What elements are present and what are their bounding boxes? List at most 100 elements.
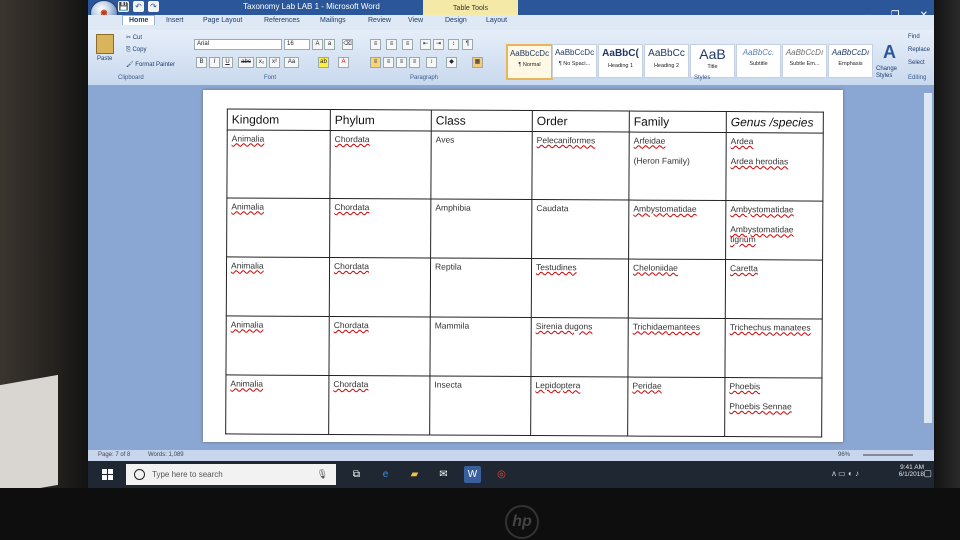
cell-genus-species[interactable]: Caretta bbox=[725, 259, 823, 320]
save-icon[interactable]: 💾 bbox=[118, 1, 129, 12]
paste-icon[interactable] bbox=[96, 34, 114, 54]
tab-view[interactable]: View bbox=[408, 17, 423, 24]
file-explorer-icon[interactable]: ▰ bbox=[406, 466, 423, 483]
tab-insert[interactable]: Insert bbox=[166, 17, 184, 24]
bullets-icon[interactable]: ≡ bbox=[370, 39, 381, 50]
underline-button[interactable]: U bbox=[222, 57, 233, 68]
cell-family[interactable]: Cheloniidae bbox=[628, 259, 726, 319]
style-heading-1[interactable]: AaBbC( Heading 1 bbox=[598, 44, 643, 78]
header-class[interactable]: Class bbox=[431, 110, 533, 132]
change-styles-button[interactable]: Change Styles bbox=[876, 66, 904, 80]
cell-genus-species[interactable]: Trichechus manatees bbox=[724, 318, 823, 379]
cell-kingdom[interactable]: Animalia bbox=[226, 129, 331, 199]
redo-icon[interactable]: ↷ bbox=[148, 1, 159, 12]
undo-icon[interactable]: ↶ bbox=[133, 1, 144, 12]
document-page[interactable]: Kingdom Phylum Class Order Family Genus … bbox=[203, 90, 843, 442]
taskbar-search[interactable]: Type here to search 🎙 bbox=[126, 464, 336, 485]
word-count[interactable]: Words: 1,089 bbox=[148, 452, 184, 458]
cell-class[interactable]: Mammila bbox=[429, 317, 532, 377]
cell-order[interactable]: Testudines bbox=[531, 258, 629, 319]
cell-class[interactable]: Aves bbox=[430, 131, 533, 200]
select-button[interactable]: Select bbox=[908, 60, 925, 66]
mail-icon[interactable]: ✉ bbox=[435, 466, 452, 483]
show-marks-icon[interactable]: ¶ bbox=[462, 39, 473, 50]
shading-icon[interactable]: ◆ bbox=[446, 57, 457, 68]
header-genus-species[interactable]: Genus /species bbox=[726, 111, 824, 134]
find-button[interactable]: Find bbox=[908, 34, 920, 40]
italic-button[interactable]: I bbox=[209, 57, 220, 68]
decrease-indent-icon[interactable]: ⇤ bbox=[420, 39, 431, 50]
cell-family[interactable]: Trichidaemantees bbox=[627, 318, 726, 378]
cell-order[interactable]: Lepidoptera bbox=[530, 376, 628, 437]
borders-icon[interactable]: ▦ bbox=[472, 57, 483, 68]
vertical-scrollbar[interactable] bbox=[924, 93, 932, 423]
subscript-button[interactable]: x₂ bbox=[256, 57, 267, 68]
line-spacing-icon[interactable]: ↕ bbox=[426, 57, 437, 68]
tray-icons[interactable]: ʌ ▭ ◐ ♪ bbox=[832, 469, 859, 478]
style-title[interactable]: AaB Title bbox=[690, 44, 735, 78]
font-color-icon[interactable]: A bbox=[338, 57, 349, 68]
style-heading-2[interactable]: AaBbCc Heading 2 bbox=[644, 44, 689, 78]
cell-phylum[interactable]: Chordata bbox=[329, 257, 431, 318]
align-center-icon[interactable]: ≡ bbox=[383, 57, 394, 68]
cell-class[interactable]: Amphibia bbox=[430, 199, 532, 259]
cell-genus-species[interactable]: Ardea Ardea herodias bbox=[725, 132, 824, 202]
numbering-icon[interactable]: ≡ bbox=[386, 39, 397, 50]
style-no-spacing[interactable]: AaBbCcDc ¶ No Spaci... bbox=[552, 44, 597, 78]
copy-button[interactable]: ⎘ Copy bbox=[126, 47, 146, 54]
tab-mailings[interactable]: Mailings bbox=[320, 17, 346, 24]
notification-icon[interactable]: ▢ bbox=[923, 468, 932, 479]
clear-formatting-icon[interactable]: ⌫ bbox=[342, 39, 353, 50]
header-order[interactable]: Order bbox=[532, 110, 630, 133]
bold-button[interactable]: B bbox=[196, 57, 207, 68]
cell-phylum[interactable]: Chordata bbox=[329, 198, 431, 259]
page-count[interactable]: Page: 7 of 8 bbox=[98, 452, 130, 458]
cell-genus-species[interactable]: Phoebis Phoebis Sennae bbox=[724, 377, 822, 438]
highlight-icon[interactable]: ab bbox=[318, 57, 329, 68]
format-painter-button[interactable]: 🖌 Format Painter bbox=[126, 61, 175, 68]
clock-date[interactable]: 6/1/2018 bbox=[899, 471, 924, 478]
paste-button[interactable]: Paste bbox=[97, 56, 112, 62]
cell-order[interactable]: Sirenia dugons bbox=[530, 317, 629, 378]
tab-home[interactable]: Home bbox=[122, 15, 156, 25]
replace-button[interactable]: Replace bbox=[908, 47, 930, 53]
cell-kingdom[interactable]: Animalia bbox=[226, 197, 330, 258]
shrink-font-icon[interactable]: a bbox=[324, 39, 335, 50]
tab-references[interactable]: References bbox=[264, 17, 300, 24]
multilevel-list-icon[interactable]: ≡ bbox=[402, 39, 413, 50]
cell-kingdom[interactable]: Animalia bbox=[226, 256, 330, 317]
cell-genus-species[interactable]: Ambystomatidae Ambystomatidae tigrium bbox=[725, 200, 823, 261]
cell-class[interactable]: Insecta bbox=[429, 376, 531, 436]
cell-kingdom[interactable]: Animalia bbox=[225, 315, 330, 376]
superscript-button[interactable]: x² bbox=[269, 57, 280, 68]
tab-layout[interactable]: Layout bbox=[486, 17, 507, 24]
microphone-icon[interactable]: 🎙 bbox=[317, 469, 328, 480]
tab-page-layout[interactable]: Page Layout bbox=[203, 17, 242, 24]
align-right-icon[interactable]: ≡ bbox=[396, 57, 407, 68]
zoom-level[interactable]: 96% bbox=[838, 452, 850, 458]
cut-button[interactable]: ✂ Cut bbox=[126, 34, 142, 41]
cell-order[interactable]: Pelecaniformes bbox=[531, 131, 630, 201]
increase-indent-icon[interactable]: ⇥ bbox=[433, 39, 444, 50]
taxonomy-table[interactable]: Kingdom Phylum Class Order Family Genus … bbox=[225, 108, 824, 438]
cell-class[interactable]: Reptila bbox=[430, 258, 532, 318]
word-icon[interactable]: W bbox=[464, 466, 481, 483]
header-kingdom[interactable]: Kingdom bbox=[227, 108, 331, 131]
cell-kingdom[interactable]: Animalia bbox=[225, 374, 329, 435]
style-emphasis[interactable]: AaBbCcDı Emphasis bbox=[828, 44, 873, 78]
font-size-dropdown[interactable]: 16 bbox=[284, 39, 310, 50]
clock-time[interactable]: 9:41 AM bbox=[899, 464, 924, 471]
style-subtitle[interactable]: AaBbCc. Subtitle bbox=[736, 44, 781, 78]
edge-icon[interactable]: e bbox=[377, 466, 394, 483]
cell-family[interactable]: Peridae bbox=[627, 377, 725, 437]
task-view-icon[interactable]: ⧉ bbox=[348, 466, 365, 483]
cell-family[interactable]: Ambystomatidae bbox=[628, 200, 726, 260]
tab-review[interactable]: Review bbox=[368, 17, 391, 24]
justify-icon[interactable]: ≡ bbox=[409, 57, 420, 68]
zoom-slider[interactable] bbox=[863, 454, 913, 456]
sort-icon[interactable]: ↕ bbox=[448, 39, 459, 50]
grow-font-icon[interactable]: A bbox=[312, 39, 323, 50]
cell-family[interactable]: Arfeidae (Heron Family) bbox=[628, 132, 727, 201]
cell-phylum[interactable]: Chordata bbox=[329, 130, 432, 200]
change-case-button[interactable]: Aa bbox=[284, 57, 299, 68]
